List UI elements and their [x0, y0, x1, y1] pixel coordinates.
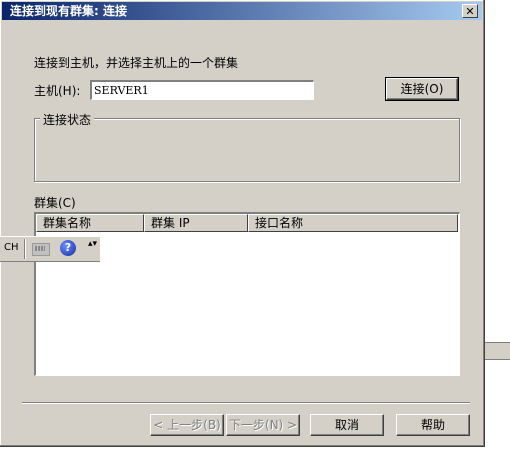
connection-status-label: 连接状态 [40, 111, 95, 128]
language-bar: CH ? ▴▾ [0, 236, 100, 262]
column-header-interface-name[interactable]: 接口名称 [248, 214, 458, 232]
host-input[interactable]: SERVER1 [90, 80, 314, 100]
help-button[interactable]: 帮助 [396, 414, 470, 436]
next-button[interactable]: 下一步(N) > [226, 414, 300, 436]
help-icon[interactable]: ? [60, 240, 76, 256]
host-label: 主机(H): [34, 84, 81, 98]
dialog-title: 连接到现有群集: 连接 [10, 4, 127, 18]
column-header-cluster-ip[interactable]: 群集 IP [144, 214, 248, 232]
keyboard-icon[interactable] [32, 243, 50, 256]
connect-cluster-dialog: 连接到现有群集: 连接 ✕ 连接到主机，并选择主机上的一个群集 主机(H): S… [0, 0, 485, 447]
instruction-text: 连接到主机，并选择主机上的一个群集 [34, 56, 239, 70]
separator [24, 239, 25, 259]
divider [22, 402, 470, 404]
options-icon[interactable]: ▴▾ [88, 240, 97, 249]
title-bar[interactable]: 连接到现有群集: 连接 ✕ [2, 2, 482, 20]
column-header-cluster-name[interactable]: 群集名称 [36, 214, 144, 232]
back-button[interactable]: < 上一步(B) [150, 414, 224, 436]
list-header: 群集名称 群集 IP 接口名称 [36, 214, 458, 232]
connection-status-group [34, 118, 460, 182]
connect-button[interactable]: 连接(O) [385, 77, 459, 101]
close-button[interactable]: ✕ [462, 4, 478, 18]
clusters-label: 群集(C) [34, 196, 76, 210]
cancel-button[interactable]: 取消 [310, 414, 384, 436]
language-indicator[interactable]: CH [4, 242, 19, 253]
